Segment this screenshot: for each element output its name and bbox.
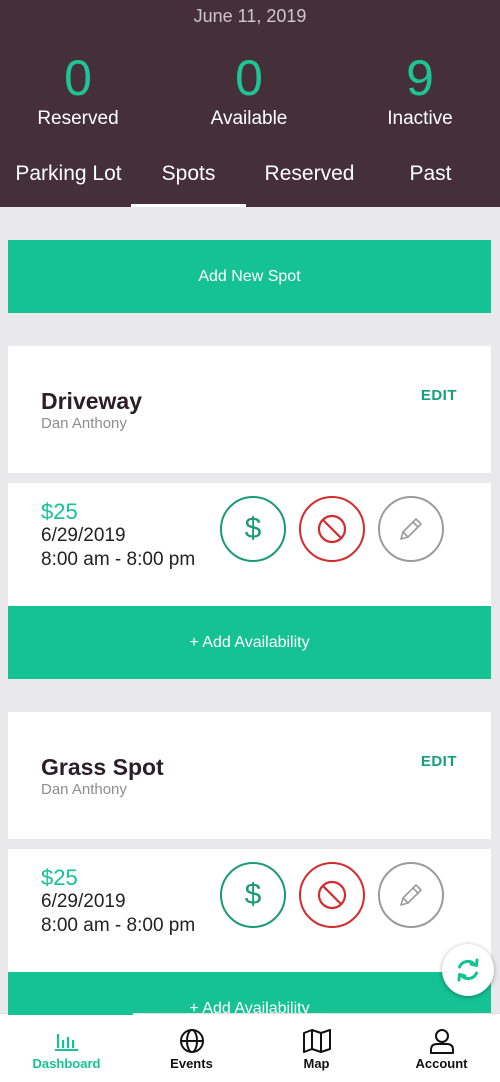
dashboard-header: June 11, 2019 0 Reserved 0 Available 9 I…	[0, 0, 500, 207]
availability-time: 8:00 am - 8:00 pm	[41, 549, 196, 570]
edit-availability-button[interactable]	[378, 862, 444, 928]
bottom-nav: Dashboard Events Map Account	[0, 1012, 500, 1082]
edit-availability-button[interactable]	[378, 496, 444, 562]
nav-account[interactable]: Account	[379, 1014, 500, 1082]
nav-label: Map	[303, 1056, 330, 1071]
pencil-icon	[400, 518, 422, 540]
stat-value: 9	[406, 50, 434, 106]
stat-value: 0	[64, 50, 92, 106]
stat-label: Inactive	[387, 108, 453, 129]
availability-card: $25 6/29/2019 8:00 am - 8:00 pm $	[8, 483, 491, 606]
block-icon	[317, 880, 347, 910]
globe-icon	[179, 1029, 204, 1053]
spot-title: Grass Spot	[41, 754, 164, 780]
availability-price: $25	[41, 865, 78, 890]
stat-inactive[interactable]: 9 Inactive	[340, 50, 500, 130]
availability-price: $25	[41, 499, 78, 524]
dollar-icon: $	[244, 512, 262, 545]
add-new-spot-button[interactable]: Add New Spot	[8, 240, 491, 313]
tab-past[interactable]: Past	[368, 162, 493, 207]
nav-label: Events	[170, 1056, 213, 1071]
availability-card: $25 6/29/2019 8:00 am - 8:00 pm $	[8, 849, 491, 972]
tab-reserved[interactable]: Reserved	[247, 162, 372, 207]
block-icon	[317, 514, 347, 544]
stat-available[interactable]: 0 Available	[169, 50, 329, 130]
nav-dashboard[interactable]: Dashboard	[4, 1012, 133, 1082]
spot-title: Driveway	[41, 388, 143, 414]
spot-owner: Dan Anthony	[41, 415, 127, 432]
availability-date: 6/29/2019	[41, 525, 126, 546]
pencil-icon	[400, 884, 422, 906]
map-icon	[302, 1029, 331, 1053]
nav-map[interactable]: Map	[254, 1014, 379, 1082]
availability-date: 6/29/2019	[41, 891, 126, 912]
edit-spot-button[interactable]: EDIT	[421, 387, 457, 404]
spot-owner: Dan Anthony	[41, 781, 127, 798]
nav-events[interactable]: Events	[129, 1014, 254, 1082]
tab-spots[interactable]: Spots	[126, 162, 251, 207]
dollar-icon: $	[244, 878, 262, 911]
spot-card-grass-spot: Grass Spot Dan Anthony EDIT	[8, 712, 491, 839]
disable-button[interactable]	[299, 862, 365, 928]
spot-card-driveway: Driveway Dan Anthony EDIT	[8, 346, 491, 473]
stat-value: 0	[235, 50, 263, 106]
edit-spot-button[interactable]: EDIT	[421, 753, 457, 770]
bar-chart-icon	[54, 1034, 78, 1051]
dollar-button[interactable]: $	[220, 862, 286, 928]
current-date: June 11, 2019	[193, 6, 307, 26]
refresh-icon	[457, 958, 479, 982]
stat-label: Available	[210, 108, 288, 129]
refresh-button[interactable]	[442, 944, 494, 996]
stat-label: Reserved	[37, 108, 119, 129]
nav-label: Account	[415, 1056, 468, 1071]
user-icon	[429, 1029, 454, 1054]
dollar-button[interactable]: $	[220, 496, 286, 562]
stat-reserved[interactable]: 0 Reserved	[0, 50, 158, 130]
disable-button[interactable]	[299, 496, 365, 562]
nav-label: Dashboard	[32, 1056, 101, 1071]
add-availability-button[interactable]: + Add Availability	[8, 606, 491, 679]
availability-time: 8:00 am - 8:00 pm	[41, 915, 196, 936]
tab-parking-lot[interactable]: Parking Lot	[6, 162, 131, 207]
